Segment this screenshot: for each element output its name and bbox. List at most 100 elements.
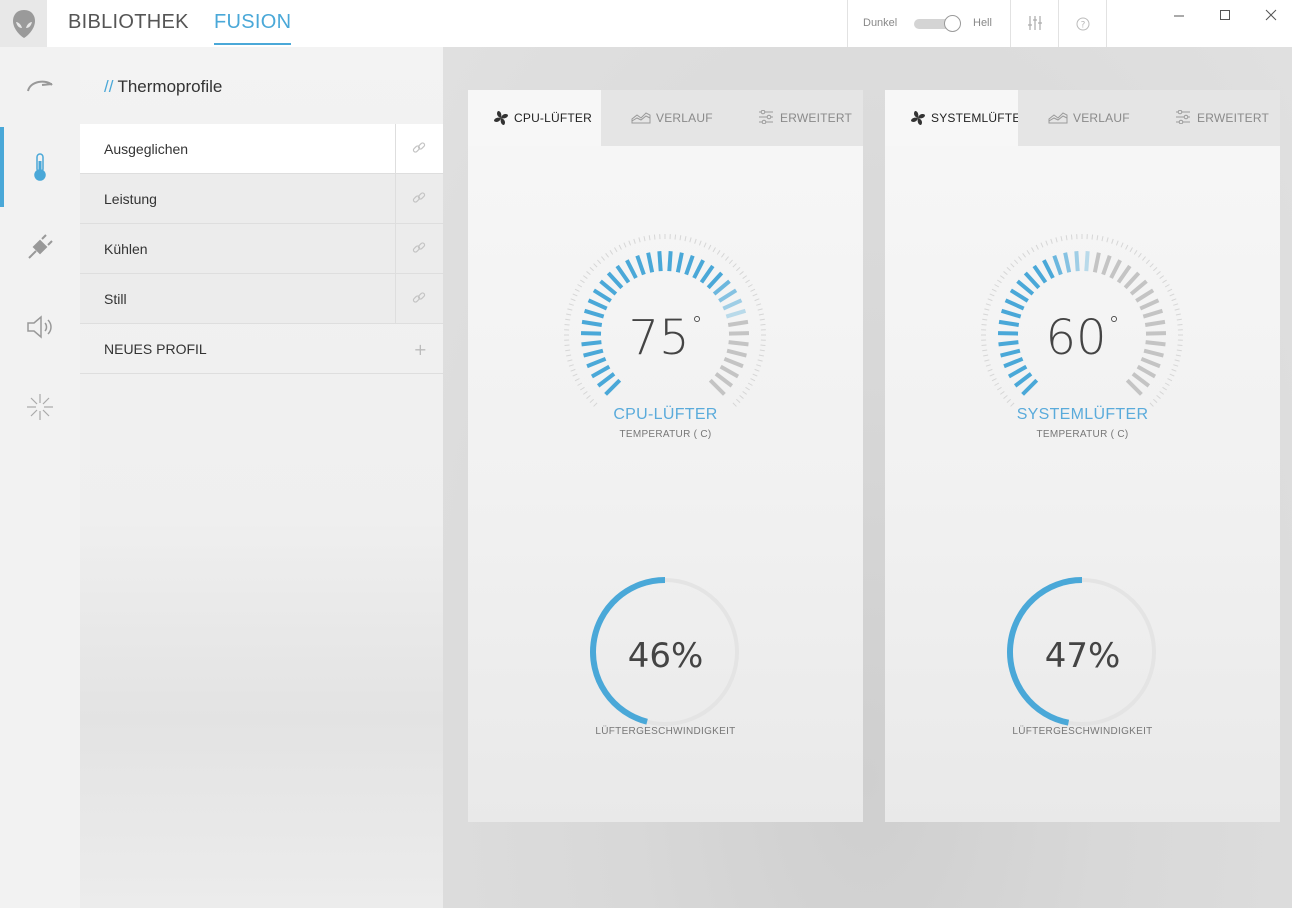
gauge-outer-tick — [653, 234, 656, 240]
theme-toggle[interactable] — [914, 15, 961, 32]
gauge-tick-inactive — [719, 364, 740, 379]
gauge-outer-tick — [586, 395, 591, 399]
rail-item-thermal[interactable] — [0, 127, 80, 207]
rail-item-power[interactable] — [0, 207, 80, 287]
rail-item-lighting[interactable] — [0, 367, 80, 447]
close-button[interactable] — [1261, 6, 1281, 26]
tab-label: ERWEITERT — [1197, 111, 1270, 125]
gauge-outer-tick — [745, 386, 750, 391]
gauge-tick-active — [606, 271, 624, 290]
thermometer-icon — [34, 153, 46, 181]
gauge-outer-tick — [750, 378, 756, 382]
profile-row[interactable]: Still — [80, 274, 443, 324]
gauge-outer-tick — [754, 298, 760, 302]
profile-row[interactable]: Kühlen — [80, 224, 443, 274]
gauge-outer-tick — [747, 284, 753, 288]
gauge-outer-tick — [1115, 240, 1119, 246]
gauge-outer-tick — [989, 293, 995, 297]
tab-fan[interactable]: SYSTEMLÜFTER — [885, 90, 1029, 146]
gauge-tick-active — [1004, 298, 1025, 311]
theme-light-label: Hell — [973, 17, 992, 29]
profile-link-button[interactable] — [395, 224, 443, 273]
sliders-icon — [759, 110, 773, 124]
plus-icon[interactable]: + — [414, 340, 427, 359]
toggle-knob — [944, 15, 961, 32]
gauge-outer-tick — [574, 288, 580, 292]
equalizer-settings-button[interactable] — [1027, 14, 1043, 36]
profile-row[interactable]: Ausgeglichen — [80, 124, 447, 174]
gauge-outer-tick — [648, 235, 651, 241]
gauge-outer-tick — [684, 236, 687, 242]
fan-icon — [911, 111, 925, 125]
help-button[interactable]: ? — [1076, 16, 1090, 35]
gauge-outer-tick — [1164, 382, 1170, 386]
new-profile-row[interactable]: NEUES PROFIL + — [80, 324, 443, 374]
gauge-outer-tick — [712, 247, 716, 253]
tab-advanced[interactable]: ERWEITERT — [1149, 90, 1280, 146]
tab-history[interactable]: VERLAUF — [601, 90, 732, 146]
gauge-outer-tick — [999, 275, 1005, 279]
gauge-outer-tick — [742, 391, 748, 395]
profile-name: Leistung — [104, 191, 157, 207]
gauge-tick-active — [722, 298, 743, 311]
gauge-outer-tick — [1138, 252, 1142, 258]
gauge-outer-tick — [674, 234, 677, 240]
gauge-outer-tick — [1164, 284, 1170, 288]
gauge-outer-tick — [1014, 259, 1019, 264]
gauge-tick-active — [615, 264, 631, 284]
rail-item-performance[interactable] — [0, 47, 80, 127]
tab-label: VERLAUF — [1073, 111, 1130, 125]
gauge-tick-inactive — [708, 378, 726, 396]
feature-rail — [0, 47, 80, 908]
tab-label: SYSTEMLÜFTER — [931, 111, 1030, 125]
profile-link-button[interactable] — [395, 274, 443, 323]
gauge-tick-active — [706, 271, 724, 290]
alien-logo[interactable] — [0, 0, 47, 47]
gauge-outer-tick — [756, 303, 762, 306]
profile-link-button[interactable] — [395, 174, 443, 223]
gauge-outer-tick — [747, 382, 753, 386]
gauge-outer-tick — [1167, 288, 1173, 292]
gauge-tick-inactive — [714, 372, 734, 388]
nav-tab-fusion[interactable]: FUSION — [214, 11, 292, 45]
gauge-outer-tick — [1159, 275, 1165, 279]
rail-item-audio[interactable] — [0, 287, 80, 367]
profile-name: Still — [104, 291, 127, 307]
profile-row[interactable]: Leistung — [80, 174, 443, 224]
profile-link-button[interactable] — [395, 124, 443, 173]
gauge-outer-tick — [1156, 395, 1161, 399]
gauge-outer-tick — [752, 293, 758, 297]
tab-advanced[interactable]: ERWEITERT — [732, 90, 863, 146]
gauge-outer-tick — [580, 386, 585, 391]
gauge-tick-active — [1013, 372, 1033, 388]
temperature-label: TEMPERATUR ( C) — [619, 429, 712, 440]
gauge-outer-tick — [623, 242, 627, 248]
fan-card-tabs: SYSTEMLÜFTER VERLAUF ERWEITERT — [885, 90, 1280, 146]
gauge-outer-tick — [1096, 235, 1099, 241]
gauge-outer-tick — [574, 378, 580, 382]
tab-fan[interactable]: CPU-LÜFTER — [468, 90, 601, 146]
gauge-outer-tick — [582, 391, 588, 395]
gauge-outer-tick — [1060, 236, 1063, 242]
help-icon: ? — [1076, 17, 1090, 31]
gauge-outer-tick — [1003, 395, 1008, 399]
tab-label: VERLAUF — [656, 111, 713, 125]
gauge-outer-tick — [987, 298, 993, 302]
gauge-outer-tick — [989, 373, 995, 377]
fan-dashboard: CPU-LÜFTER VERLAUF ERWEITERT 75° CPU-LÜFTER T… — [443, 47, 1292, 908]
gauge-outer-tick — [997, 386, 1002, 391]
gauge-tick-active — [1016, 279, 1035, 296]
gauge-outer-tick — [605, 252, 609, 258]
gauge-tick-active — [1063, 252, 1072, 273]
gauge-outer-tick — [725, 256, 729, 261]
title-bar: BIBLIOTHEK FUSION Dunkel Hell ? — [0, 0, 1292, 47]
maximize-button[interactable] — [1215, 6, 1235, 26]
divider — [1106, 0, 1107, 47]
nav-tab-library[interactable]: BIBLIOTHEK — [68, 11, 189, 34]
gauge-outer-tick — [1045, 240, 1049, 246]
gauge-outer-tick — [1169, 293, 1175, 297]
tab-history[interactable]: VERLAUF — [1018, 90, 1149, 146]
minimize-button[interactable] — [1169, 6, 1189, 26]
gauge-outer-tick — [742, 275, 748, 279]
theme-dark-label: Dunkel — [863, 17, 898, 29]
